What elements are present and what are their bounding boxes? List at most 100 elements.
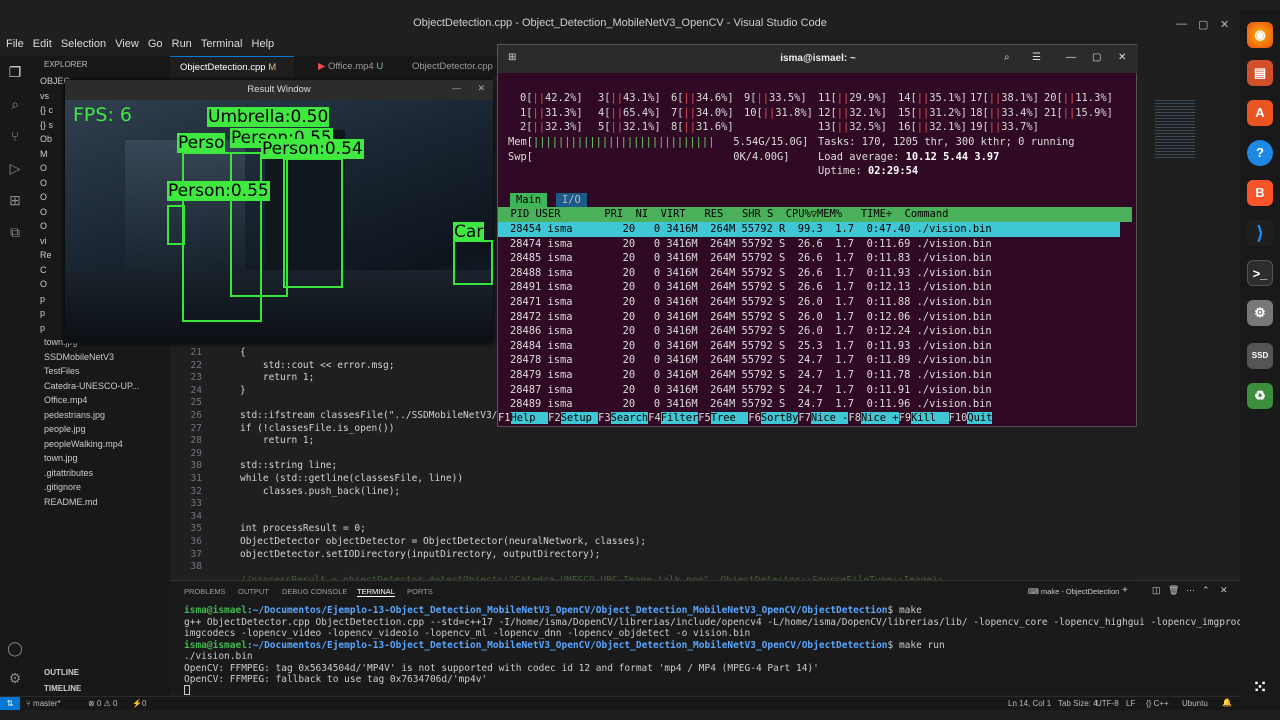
line-ending[interactable]: LF [1126, 699, 1135, 708]
remote-icon[interactable]: ⇅ [0, 697, 20, 710]
fkey-action[interactable]: Tree [710, 412, 749, 424]
result-window[interactable]: Result Window — ✕ Umbrella:0.50 Person:0… [65, 80, 493, 343]
explorer-item[interactable]: Office.mp4 [44, 393, 184, 407]
timeline-section[interactable]: TIMELINE [44, 682, 184, 696]
encoding[interactable]: UTF-8 [1096, 699, 1119, 708]
process-row[interactable]: 28472 isma 20 0 3416M 264M 55792 S 26.0 … [510, 310, 992, 325]
explorer-item[interactable]: .gitattributes [44, 466, 184, 480]
tab-size[interactable]: Tab Size: 4 [1058, 699, 1098, 708]
files-app-icon[interactable]: ▤ [1247, 60, 1273, 86]
process-row[interactable]: 28488 isma 20 0 3416M 264M 55792 S 26.6 … [510, 266, 992, 281]
explorer-item[interactable]: README.md [44, 495, 184, 509]
process-row[interactable]: 28478 isma 20 0 3416M 264M 55792 S 24.7 … [510, 353, 992, 368]
minimize-icon[interactable]: — [1066, 52, 1076, 63]
cursor-position[interactable]: Ln 14, Col 1 [1008, 699, 1051, 708]
vscode-icon[interactable]: ⟩ [1247, 220, 1273, 246]
minimize-icon[interactable]: — [452, 83, 461, 93]
search-icon[interactable]: ⌕ [7, 96, 23, 112]
process-row[interactable]: 28491 isma 20 0 3416M 264M 55792 S 26.6 … [510, 280, 992, 295]
trash-icon[interactable]: 🗑 [1168, 585, 1179, 596]
minimize-icon[interactable]: — [1176, 18, 1187, 30]
close-panel-icon[interactable]: ✕ [1220, 585, 1228, 596]
process-row[interactable]: 28474 isma 20 0 3416M 264M 55792 S 26.6 … [510, 237, 992, 252]
tab-objectdetector-cpp[interactable]: ObjectDetector.cpp [402, 56, 500, 78]
run-debug-icon[interactable]: ▷ [7, 160, 23, 176]
fkey-action[interactable]: Kill [911, 412, 949, 424]
process-row[interactable]: 28486 isma 20 0 3416M 264M 55792 S 26.0 … [510, 324, 992, 339]
ports-indicator[interactable]: ⚡0 [132, 699, 146, 708]
tab-terminal[interactable]: TERMINAL [357, 587, 395, 597]
files-icon[interactable]: ❐ [7, 64, 23, 80]
show-apps-icon[interactable]: ⁙ [1247, 674, 1273, 700]
process-row[interactable]: 28489 isma 20 0 3416M 264M 55792 S 24.7 … [510, 397, 992, 412]
tab-problems[interactable]: PROBLEMS [184, 587, 226, 596]
menu-view[interactable]: View [115, 38, 139, 50]
explorer-item[interactable]: people.jpg [44, 422, 184, 436]
fkey-action[interactable]: Quit [967, 412, 993, 424]
os-indicator[interactable]: Ubuntu [1182, 699, 1208, 708]
add-terminal-icon[interactable]: + [1122, 585, 1128, 596]
search-icon[interactable]: ⌕ [1004, 52, 1010, 63]
process-row[interactable]: 28471 isma 20 0 3416M 264M 55792 S 26.0 … [510, 295, 992, 310]
menu-run[interactable]: Run [172, 38, 192, 50]
process-row[interactable]: 28487 isma 20 0 3416M 264M 55792 S 24.7 … [510, 383, 992, 398]
close-icon[interactable]: ✕ [477, 83, 485, 94]
new-tab-icon[interactable]: ⊞ [508, 52, 516, 63]
fkey-action[interactable]: Help [510, 412, 549, 424]
tab-debug-console[interactable]: DEBUG CONSOLE [282, 587, 347, 596]
tab-office-mp4[interactable]: ▶ Office.mp4 U [308, 56, 398, 78]
extensions-icon[interactable]: ⊞ [7, 192, 23, 208]
terminal-app-icon[interactable]: >_ [1247, 260, 1273, 286]
brave-icon[interactable]: B [1247, 180, 1273, 206]
menu-terminal[interactable]: Terminal [201, 38, 243, 50]
htop-terminal-window[interactable]: isma@ismael: ~ ⊞ ⌕ ☰ — ▢ ✕ 0[||42.2%] 1[|… [497, 44, 1138, 427]
tab-objectdetection-cpp[interactable]: ObjectDetection.cpp M [170, 56, 294, 78]
source-control-icon[interactable]: ⑂ [7, 128, 23, 144]
maximize-panel-icon[interactable]: ⌃ [1202, 585, 1210, 596]
menu-go[interactable]: Go [148, 38, 163, 50]
terminal-instance[interactable]: ⌨ make - ObjectDetection [1028, 587, 1119, 596]
tab-io[interactable]: I/O [556, 193, 587, 208]
explorer-item[interactable]: TestFiles [44, 364, 184, 378]
close-icon[interactable]: ✕ [1118, 52, 1126, 63]
fkey-action[interactable]: SortBy [760, 412, 799, 424]
app-center-icon[interactable]: A [1247, 100, 1273, 126]
maximize-icon[interactable]: ▢ [1198, 18, 1208, 31]
maximize-icon[interactable]: ▢ [1092, 52, 1101, 63]
explorer-item[interactable]: .gitignore [44, 480, 184, 494]
fkey-action[interactable]: Nice + [860, 412, 899, 424]
explorer-item[interactable]: town.jpg [44, 451, 184, 465]
explorer-item[interactable]: pedestrians.jpg [44, 408, 184, 422]
settings-app-icon[interactable]: ⚙ [1247, 300, 1273, 326]
fkey-action[interactable]: Search [610, 412, 649, 424]
tab-main[interactable]: Main [510, 193, 548, 208]
process-row[interactable]: 28479 isma 20 0 3416M 264M 55792 S 24.7 … [510, 368, 992, 383]
explorer-item[interactable]: peopleWalking.mp4 [44, 437, 184, 451]
tab-output[interactable]: OUTPUT [238, 587, 269, 596]
split-terminal-icon[interactable]: ◫ [1152, 585, 1161, 596]
menu-file[interactable]: File [6, 38, 24, 50]
process-table-header[interactable]: PID USER PRI NI VIRT RES SHR S CPU%▽MEM%… [498, 207, 1132, 222]
language-mode[interactable]: {} C++ [1146, 699, 1169, 708]
explorer-item[interactable]: Catedra-UNESCO-UP... [44, 379, 184, 393]
editor-minimap[interactable] [1137, 78, 1240, 578]
menu-icon[interactable]: ☰ [1032, 52, 1041, 63]
ssd-drive-icon[interactable]: SSD [1247, 343, 1273, 369]
outline-section[interactable]: OUTLINE [44, 666, 184, 680]
process-row[interactable]: 28484 isma 20 0 3416M 264M 55792 S 25.3 … [510, 339, 992, 354]
remote-explorer-icon[interactable]: ⧉ [7, 224, 23, 240]
process-row[interactable]: 28485 isma 20 0 3416M 264M 55792 S 26.6 … [510, 251, 992, 266]
menu-selection[interactable]: Selection [61, 38, 106, 50]
fkey-action[interactable]: Setup [560, 412, 599, 424]
trash-app-icon[interactable]: ♻ [1247, 383, 1273, 409]
close-icon[interactable]: ✕ [1220, 18, 1229, 31]
account-icon[interactable]: ◯ [7, 640, 23, 656]
fkey-action[interactable]: Filter [660, 412, 699, 424]
more-actions-icon[interactable]: ⋯ [1186, 585, 1195, 596]
problems-indicator[interactable]: ⊗ 0 ⚠ 0 [88, 699, 117, 708]
explorer-item[interactable]: SSDMobileNetV3 [44, 350, 184, 364]
tab-ports[interactable]: PORTS [407, 587, 433, 596]
fkey-action[interactable]: Nice - [810, 412, 849, 424]
settings-gear-icon[interactable]: ⚙ [7, 670, 23, 686]
branch-indicator[interactable]: ⑂ master* [26, 699, 61, 708]
